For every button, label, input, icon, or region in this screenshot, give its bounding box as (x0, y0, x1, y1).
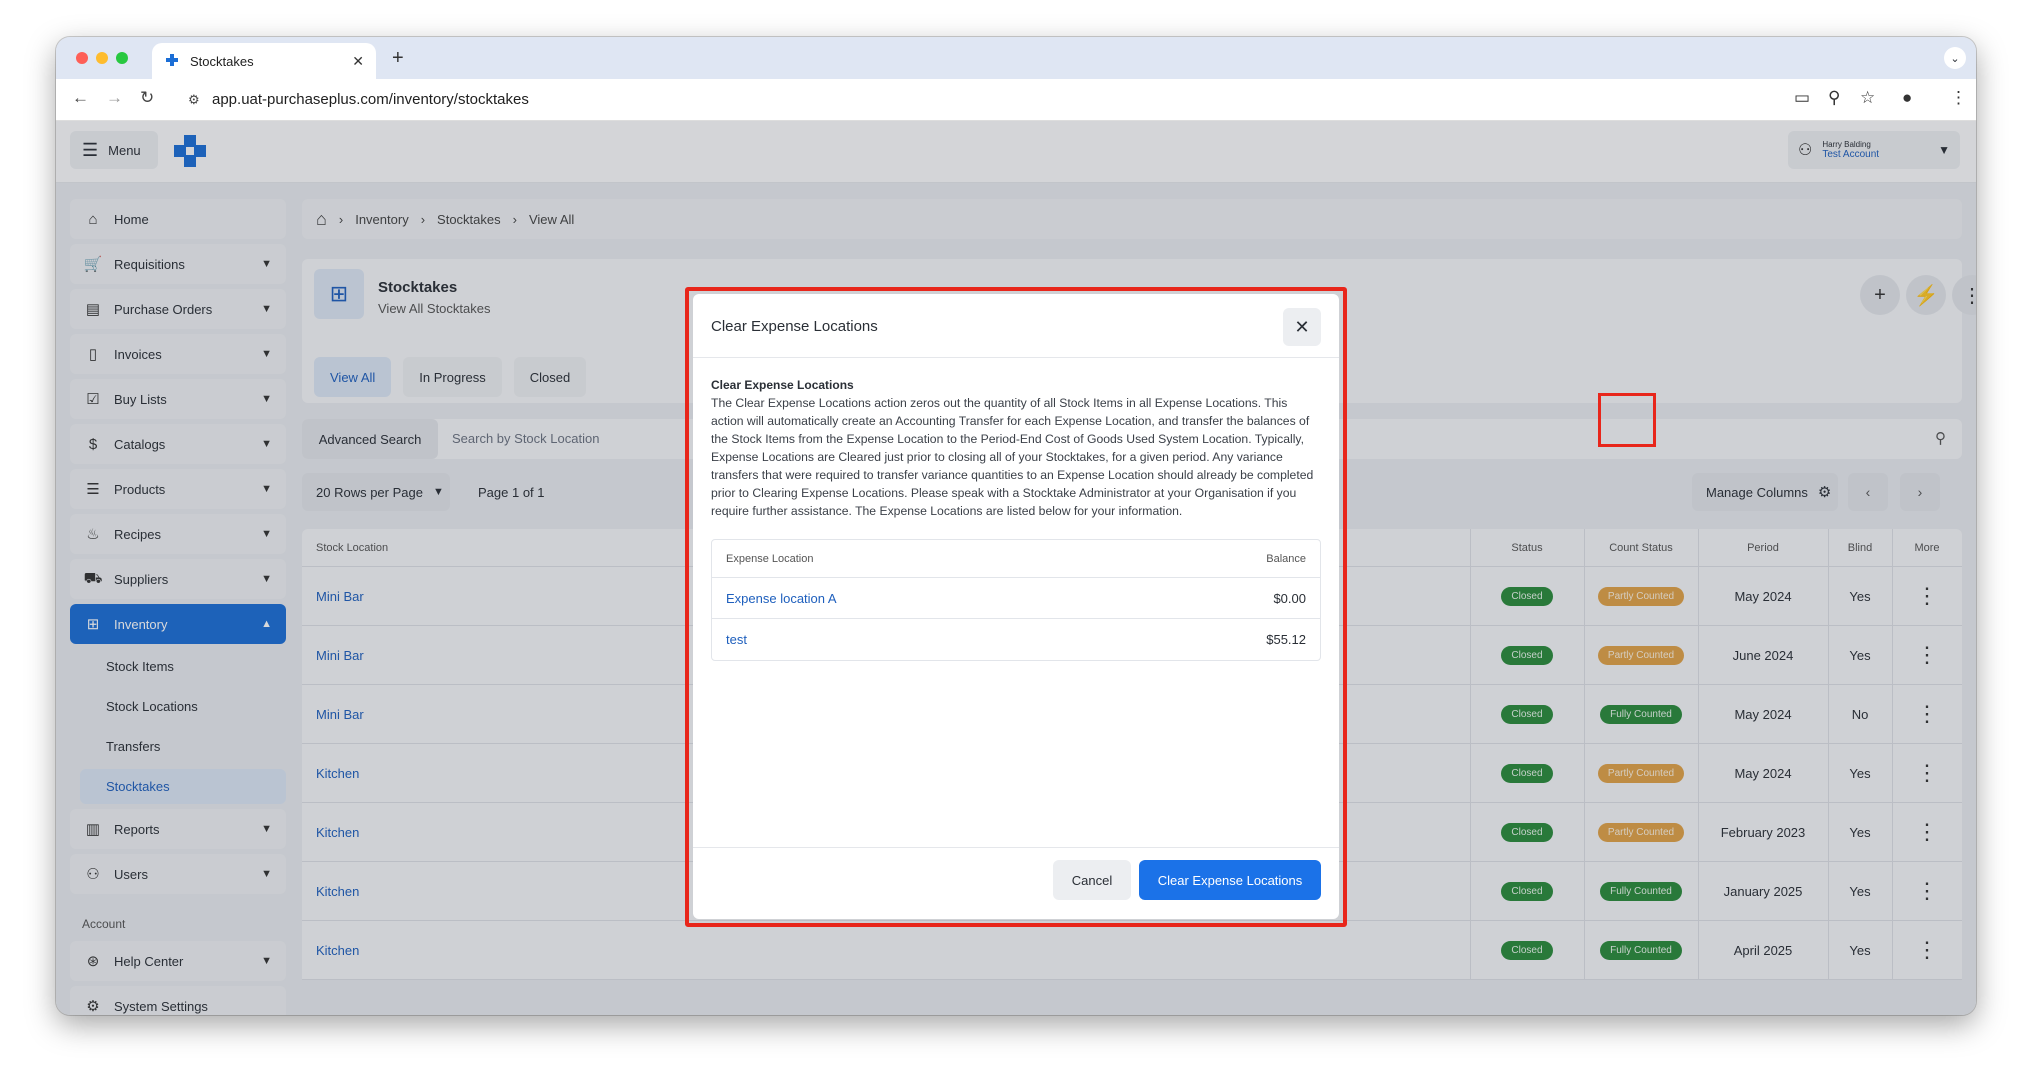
new-tab-icon[interactable]: + (392, 47, 404, 70)
minimize-window-dot[interactable] (96, 52, 108, 64)
browser-window: Stocktakes ✕ + ⌄ ← → ↻ ⚙ app.uat-purchas… (56, 37, 1976, 1015)
dialog-subtitle: Clear Expense Locations (711, 378, 854, 392)
site-info-icon[interactable]: ⚙ (188, 92, 200, 108)
back-icon[interactable]: ← (72, 88, 89, 108)
cast-icon[interactable]: ▭ (1794, 88, 1810, 108)
tab-title: Stocktakes (190, 53, 254, 69)
app-page: ☰ Menu ⚇ Harry Balding Test Account ▼ ⌂ H… (56, 121, 1976, 1015)
tab-close-icon[interactable]: ✕ (352, 53, 364, 70)
cancel-button[interactable]: Cancel (1053, 860, 1131, 900)
url-bar[interactable]: app.uat-purchaseplus.com/inventory/stock… (212, 91, 529, 108)
bookmark-star-icon[interactable]: ☆ (1860, 88, 1875, 108)
balance-value: $0.00 (1273, 590, 1306, 606)
table-row: Expense location A $0.00 (712, 578, 1320, 619)
expense-location-link[interactable]: Expense location A (726, 591, 837, 606)
clear-expense-locations-button[interactable]: Clear Expense Locations (1139, 860, 1321, 900)
dialog-description: The Clear Expense Locations action zeros… (711, 396, 1314, 518)
table-row: test $55.12 (712, 619, 1320, 660)
browser-menu-icon[interactable]: ⋮ (1950, 88, 1967, 108)
browser-toolbar: ← → ↻ ⚙ app.uat-purchaseplus.com/invento… (56, 79, 1976, 121)
clear-expense-locations-dialog: Clear Expense Locations ✕ Clear Expense … (693, 294, 1339, 919)
expense-location-link[interactable]: test (726, 632, 747, 647)
table-header: Expense Location Balance (712, 540, 1320, 578)
column-header: Balance (1266, 552, 1306, 565)
profile-icon[interactable]: ● (1902, 88, 1912, 108)
reload-icon[interactable]: ↻ (140, 88, 154, 108)
maximize-window-dot[interactable] (116, 52, 128, 64)
lightning-highlight-box (1598, 393, 1656, 447)
column-header: Expense Location (726, 552, 814, 565)
dialog-footer: Cancel Clear Expense Locations (693, 847, 1339, 919)
dialog-title: Clear Expense Locations (711, 318, 878, 335)
browser-tab[interactable]: Stocktakes ✕ (152, 43, 376, 79)
favicon-icon (166, 54, 178, 66)
zoom-icon[interactable]: ⚲ (1828, 88, 1840, 108)
forward-icon[interactable]: → (106, 88, 123, 108)
tab-strip: Stocktakes ✕ + ⌄ (56, 37, 1976, 79)
tab-search-icon[interactable]: ⌄ (1944, 47, 1966, 69)
expense-locations-table: Expense Location Balance Expense locatio… (711, 539, 1321, 661)
balance-value: $55.12 (1266, 632, 1306, 647)
close-window-dot[interactable] (76, 52, 88, 64)
close-icon[interactable]: ✕ (1283, 308, 1321, 346)
